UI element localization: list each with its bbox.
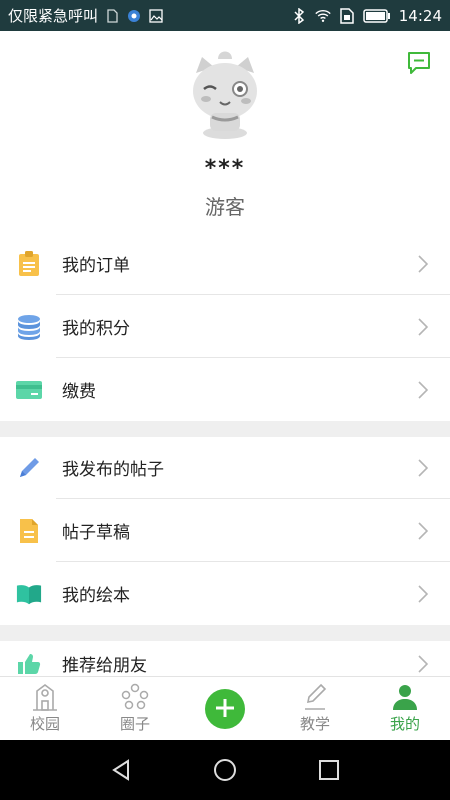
menu-item-my-posts[interactable]: 我发布的帖子 — [0, 436, 450, 499]
menu-item-orders[interactable]: 我的订单 — [0, 232, 450, 295]
carrier-text: 仅限紧急呼叫 — [8, 5, 98, 26]
menu-group-posts: 我发布的帖子 帖子草稿 我的绘本 — [0, 436, 450, 641]
chevron-right-icon — [418, 255, 428, 273]
battery-icon — [363, 8, 391, 24]
message-icon — [406, 51, 432, 75]
tab-campus[interactable]: 校园 — [0, 677, 90, 740]
profile-page: *** 游客 我的订单 我的积分 缴费 — [0, 31, 450, 676]
chevron-right-icon — [418, 522, 428, 540]
home-icon[interactable] — [213, 758, 237, 782]
tab-mine[interactable]: 我的 — [360, 677, 450, 740]
menu-item-payment[interactable]: 缴费 — [0, 358, 450, 421]
tab-label: 教学 — [300, 713, 330, 734]
user-icon — [391, 683, 419, 711]
menu-group-account: 我的订单 我的积分 缴费 — [0, 232, 450, 437]
clock: 14:24 — [399, 7, 442, 25]
tab-label: 圈子 — [120, 713, 150, 734]
teach-icon — [301, 683, 329, 711]
tab-create[interactable] — [180, 677, 270, 740]
menu-item-picture-books[interactable]: 我的绘本 — [0, 562, 450, 625]
system-nav-bar — [0, 740, 450, 800]
wifi-icon — [315, 8, 331, 24]
thumbs-up-icon — [16, 651, 42, 677]
document-icon — [16, 518, 42, 544]
tab-label: 校园 — [30, 713, 60, 734]
user-role: 游客 — [0, 191, 450, 220]
menu-item-label: 我的绘本 — [62, 581, 130, 606]
card-icon — [16, 377, 42, 403]
chevron-right-icon — [418, 585, 428, 603]
sim-icon — [104, 8, 120, 24]
tab-circle[interactable]: 圈子 — [90, 677, 180, 740]
menu-item-label: 我发布的帖子 — [62, 455, 164, 480]
menu-item-points[interactable]: 我的积分 — [0, 295, 450, 358]
message-button[interactable] — [406, 51, 432, 75]
chevron-right-icon — [418, 318, 428, 336]
bluetooth-icon — [291, 8, 307, 24]
menu-item-label: 缴费 — [62, 377, 96, 402]
app-notification-icon — [126, 8, 142, 24]
pen-icon — [16, 455, 42, 481]
chevron-right-icon — [418, 459, 428, 477]
recents-icon[interactable] — [318, 759, 340, 781]
coins-icon — [16, 314, 42, 340]
school-icon — [31, 683, 59, 711]
user-name: *** — [0, 156, 450, 181]
menu-item-label: 我的订单 — [62, 251, 130, 276]
menu-item-drafts[interactable]: 帖子草稿 — [0, 499, 450, 562]
back-icon[interactable] — [110, 759, 132, 781]
menu-item-label: 帖子草稿 — [62, 518, 130, 543]
book-icon — [16, 581, 42, 607]
plus-icon[interactable] — [205, 689, 245, 729]
clipboard-icon — [16, 251, 42, 277]
section-separator — [0, 421, 450, 437]
tab-label: 我的 — [390, 713, 420, 734]
status-bar: 仅限紧急呼叫 14:24 — [0, 0, 450, 31]
menu-item-label: 推荐给朋友 — [62, 651, 147, 676]
tab-teaching[interactable]: 教学 — [270, 677, 360, 740]
circle-icon — [121, 683, 149, 711]
image-icon — [148, 8, 164, 24]
chevron-right-icon — [418, 381, 428, 399]
menu-item-label: 我的积分 — [62, 314, 130, 339]
bottom-tab-bar: 校园 圈子 教学 我的 — [0, 676, 450, 740]
avatar[interactable] — [182, 39, 268, 143]
menu-group-share: 推荐给朋友 — [0, 632, 450, 676]
sim-card-icon — [339, 8, 355, 24]
menu-item-recommend[interactable]: 推荐给朋友 — [0, 632, 450, 676]
chevron-right-icon — [418, 655, 428, 673]
